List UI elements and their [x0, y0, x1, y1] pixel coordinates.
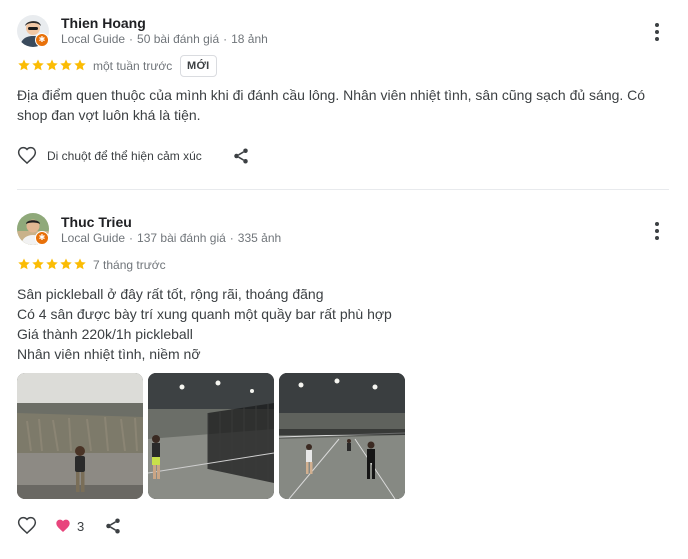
divider: [17, 189, 669, 190]
review-text-line: Có 4 sân được bày trí xung quanh một quầ…: [17, 306, 392, 322]
star-icon: [17, 257, 31, 271]
like-button[interactable]: [17, 516, 37, 536]
heart-outline-icon: [17, 516, 37, 536]
share-icon: [104, 517, 122, 535]
review-text-line: Sân pickleball ở đây rất tốt, rộng rãi, …: [17, 286, 324, 302]
local-guide-label: Local Guide: [61, 32, 126, 46]
reaction-count: 3: [77, 518, 85, 534]
review-actions: 3: [17, 516, 122, 536]
review-count: 137 bài đánh giá: [137, 231, 226, 245]
author-meta: Local Guide · 137 bài đánh giá · 335 ảnh: [61, 231, 282, 245]
review-text-line: Địa điểm quen thuộc của mình khi đi đánh…: [17, 87, 646, 103]
more-options-icon[interactable]: [647, 20, 667, 44]
new-badge: MỚI: [180, 55, 217, 77]
star-icon: [73, 58, 87, 72]
local-guide-badge-icon: ✱: [35, 231, 49, 245]
review-time: một tuần trước: [93, 59, 173, 73]
star-icon: [59, 58, 73, 72]
heart-outline-icon: [17, 146, 37, 166]
review-card: ✱ Thien Hoang Local Guide · 50 bài đánh gi…: [0, 0, 688, 190]
review-photos: [17, 373, 405, 499]
photo-count: 18 ảnh: [231, 32, 268, 46]
more-options-icon[interactable]: [647, 219, 667, 243]
heart-filled-icon: [56, 519, 70, 532]
review-text-line: shop đan vợt luôn khá là tiện.: [17, 107, 201, 123]
review-actions: Di chuột để thể hiện cảm xúc: [17, 146, 250, 166]
share-icon: [232, 147, 250, 165]
share-button[interactable]: [104, 517, 122, 535]
photo-count: 335 ảnh: [237, 231, 282, 245]
review-photo[interactable]: [148, 373, 274, 499]
star-rating: [17, 257, 87, 271]
star-icon: [59, 257, 73, 271]
reaction-summary[interactable]: 3: [55, 518, 84, 534]
star-icon: [73, 257, 87, 271]
reaction-hint: Di chuột để thể hiện cảm xúc: [47, 149, 202, 163]
review-count: 50 bài đánh giá: [137, 32, 220, 46]
review-photo[interactable]: [279, 373, 405, 499]
like-button[interactable]: Di chuột để thể hiện cảm xúc: [17, 146, 202, 166]
review-text-line: Giá thành 220k/1h pickleball: [17, 326, 193, 342]
share-button[interactable]: [232, 147, 250, 165]
review-text-line: Nhân viên nhiệt tình, niềm nỡ: [17, 346, 201, 362]
star-icon: [45, 58, 59, 72]
author-name[interactable]: Thuc Trieu: [61, 213, 132, 231]
review-time: 7 tháng trước: [93, 258, 166, 272]
star-icon: [31, 257, 45, 271]
author-meta: Local Guide · 50 bài đánh giá · 18 ảnh: [61, 32, 268, 46]
review-text: Địa điểm quen thuộc của mình khi đi đánh…: [17, 85, 657, 125]
star-icon: [45, 257, 59, 271]
star-rating: [17, 58, 87, 72]
review-photo[interactable]: [17, 373, 143, 499]
author-name[interactable]: Thien Hoang: [61, 14, 146, 32]
local-guide-label: Local Guide: [61, 231, 126, 245]
star-icon: [17, 58, 31, 72]
review-card: ✱ Thuc Trieu Local Guide · 137 bài đánh gi…: [0, 198, 688, 559]
local-guide-badge-icon: ✱: [35, 33, 49, 47]
star-icon: [31, 58, 45, 72]
review-text: Sân pickleball ở đây rất tốt, rộng rãi, …: [17, 284, 657, 364]
